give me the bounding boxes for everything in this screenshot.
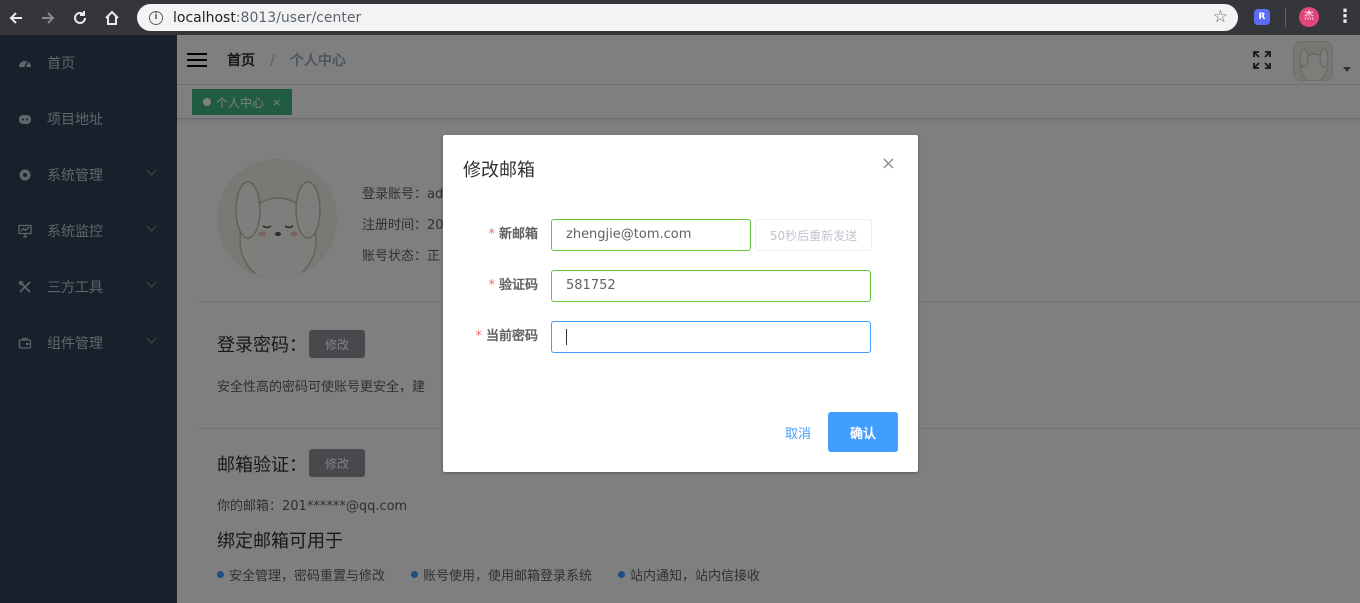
required-mark: * — [488, 227, 495, 242]
address-bar[interactable]: i localhost:8013/user/center ☆ — [137, 4, 1238, 31]
extension-icon[interactable]: R — [1254, 9, 1270, 25]
home-icon[interactable] — [96, 0, 128, 35]
browser-toolbar: i localhost:8013/user/center ☆ R 杰 ⋮ — [0, 0, 1360, 35]
required-mark: * — [475, 329, 482, 344]
close-icon[interactable]: × — [881, 155, 896, 173]
verification-code-input[interactable]: 581752 — [551, 270, 871, 302]
browser-menu-icon[interactable]: ⋮ — [1336, 6, 1354, 27]
form-row-code: * 验证码 581752 — [443, 270, 918, 302]
required-mark: * — [488, 278, 495, 293]
text-caret — [566, 328, 567, 345]
back-icon[interactable] — [0, 0, 32, 35]
confirm-button[interactable]: 确认 — [828, 412, 898, 452]
toolbar-divider — [1285, 8, 1286, 27]
resend-code-button[interactable]: 50秒后重新发送 — [755, 219, 872, 251]
new-email-label: * 新邮箱 — [488, 227, 538, 242]
new-email-input[interactable]: zhengjie@tom.com — [551, 219, 751, 251]
reload-icon[interactable] — [64, 0, 96, 35]
form-row-password: * 当前密码 — [443, 321, 918, 353]
forward-icon[interactable] — [32, 0, 64, 35]
password-label: * 当前密码 — [475, 329, 538, 344]
code-label: * 验证码 — [488, 278, 538, 293]
bookmark-star-icon[interactable]: ☆ — [1213, 7, 1228, 27]
profile-avatar[interactable]: 杰 — [1299, 7, 1319, 27]
dialog-title: 修改邮箱 — [463, 160, 535, 181]
cancel-button[interactable]: 取消 — [770, 413, 826, 451]
current-password-input[interactable] — [551, 321, 871, 353]
url-text: localhost:8013/user/center — [173, 9, 362, 26]
change-email-dialog: 修改邮箱 × * 新邮箱 zhengjie@tom.com 50秒后重新发送 * 验… — [443, 135, 918, 472]
form-row-new-email: * 新邮箱 zhengjie@tom.com 50秒后重新发送 — [443, 219, 918, 251]
site-info-icon[interactable]: i — [149, 10, 163, 25]
